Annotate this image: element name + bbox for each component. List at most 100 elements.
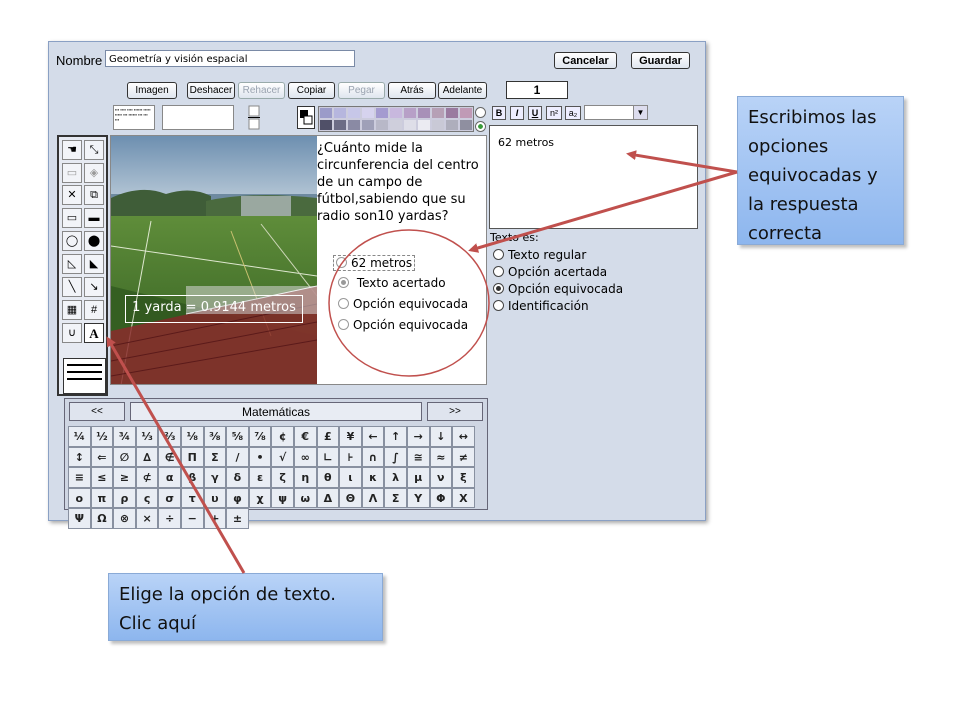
text-editor[interactable]: 62 metros	[489, 125, 698, 229]
symbol-key[interactable]: ∫	[384, 446, 407, 467]
text-tool-icon[interactable]: A	[84, 323, 104, 343]
symbol-key[interactable]: ∩	[361, 446, 385, 467]
symbol-key[interactable]: √	[271, 446, 294, 467]
triangle-icon[interactable]: ◺	[62, 254, 82, 274]
symbol-key[interactable]: λ	[384, 467, 407, 488]
symbol-key[interactable]: ≅	[406, 446, 430, 467]
fill-radio[interactable]	[475, 121, 486, 132]
palette-swatch[interactable]	[445, 107, 459, 119]
symbol-key[interactable]: ⊗	[113, 508, 136, 529]
palette-swatch[interactable]	[319, 119, 333, 131]
symbol-key[interactable]: Σ	[203, 446, 227, 467]
symbol-key[interactable]: ≠	[452, 446, 475, 467]
palette-swatch[interactable]	[403, 119, 417, 131]
name-input[interactable]: Geometría y visión espacial	[105, 50, 355, 67]
symbol-key[interactable]: Χ	[452, 487, 475, 508]
type-regular[interactable]: Texto regular	[493, 248, 586, 262]
hand-icon[interactable]: ☚	[62, 140, 82, 160]
symbol-key[interactable]: ⇐	[90, 446, 114, 467]
answer-option-3[interactable]: Opción equivocada	[338, 297, 468, 311]
palette-swatch[interactable]	[333, 119, 347, 131]
symbol-key[interactable]: ⅝	[226, 426, 249, 447]
symbol-key[interactable]: ×	[135, 508, 159, 529]
symbol-key[interactable]: κ	[361, 467, 385, 488]
symbol-key[interactable]: τ	[180, 487, 204, 508]
symbol-key[interactable]: α	[158, 467, 181, 488]
palette-swatch[interactable]	[445, 119, 459, 131]
symbol-key[interactable]: ζ	[271, 467, 294, 488]
answer-option-1[interactable]: 62 metros	[333, 255, 416, 271]
symbol-key[interactable]: ς	[135, 487, 159, 508]
symbol-key[interactable]: ↑	[384, 426, 407, 447]
fill-bucket-icon[interactable]: ◈	[84, 163, 104, 183]
line-style-selector[interactable]	[63, 358, 106, 394]
symbol-key[interactable]: Ψ	[68, 508, 91, 529]
symbols-prev-button[interactable]: <<	[69, 402, 125, 421]
symbol-key[interactable]: ⅜	[203, 426, 227, 447]
palette-swatch[interactable]	[431, 119, 445, 131]
symbol-key[interactable]: γ	[203, 467, 227, 488]
underline-button[interactable]: U	[528, 106, 542, 120]
answer-option-4[interactable]: Opción equivocada	[338, 318, 468, 332]
filled-ellipse-icon[interactable]: ⬤	[84, 231, 104, 251]
symbol-key[interactable]: ⊦	[339, 446, 362, 467]
palette-swatch[interactable]	[375, 107, 389, 119]
palette-swatch[interactable]	[403, 107, 417, 119]
symbol-key[interactable]: σ	[158, 487, 181, 508]
delete-icon[interactable]: ✕	[62, 185, 82, 205]
grid-icon[interactable]: #	[84, 300, 104, 320]
symbol-key[interactable]: ο	[68, 487, 91, 508]
rectangle-icon[interactable]: ▭	[62, 208, 82, 228]
subscript-button[interactable]: a₂	[565, 106, 581, 120]
symbol-key[interactable]: θ	[316, 467, 340, 488]
symbol-key[interactable]: ¢	[271, 426, 294, 447]
symbol-key[interactable]: ε	[248, 467, 272, 488]
symbol-key[interactable]: Υ	[406, 487, 430, 508]
symbol-key[interactable]: ±	[226, 508, 249, 529]
palette-swatch[interactable]	[347, 107, 361, 119]
symbol-key[interactable]: Λ	[361, 487, 385, 508]
ellipse-icon[interactable]: ◯	[62, 231, 82, 251]
symbol-key[interactable]: ⅞	[248, 426, 272, 447]
type-identification[interactable]: Identificación	[493, 299, 589, 313]
back-button[interactable]: Atrás	[388, 82, 436, 99]
symbol-key[interactable]: δ	[226, 467, 249, 488]
symbol-key[interactable]: ⅛	[180, 426, 204, 447]
symbol-key[interactable]: +	[203, 508, 227, 529]
symbol-key[interactable]: Ω	[90, 508, 114, 529]
symbol-key[interactable]: ⊄	[135, 467, 159, 488]
symbol-key[interactable]: ν	[429, 467, 453, 488]
symbol-key[interactable]: •	[248, 446, 272, 467]
table-icon[interactable]: ▦	[62, 300, 82, 320]
palette-swatch[interactable]	[417, 107, 431, 119]
color-preview[interactable]	[297, 106, 315, 129]
symbol-key[interactable]: ψ	[271, 487, 294, 508]
image-button[interactable]: Imagen	[127, 82, 177, 99]
symbol-key[interactable]: Φ	[429, 487, 453, 508]
line-width-spinner[interactable]	[248, 105, 260, 130]
symbol-key[interactable]: Θ	[339, 487, 362, 508]
palette-swatch[interactable]	[417, 119, 431, 131]
symbol-key[interactable]: ≈	[429, 446, 453, 467]
symbol-key[interactable]: ←	[361, 426, 385, 447]
cancel-button[interactable]: Cancelar	[554, 52, 617, 69]
symbol-key[interactable]: φ	[226, 487, 249, 508]
symbol-key[interactable]: ∉	[158, 446, 181, 467]
symbols-next-button[interactable]: >>	[427, 402, 483, 421]
italic-button[interactable]: I	[510, 106, 524, 120]
palette-swatch[interactable]	[431, 107, 445, 119]
symbol-key[interactable]: ½	[90, 426, 114, 447]
symbol-key[interactable]: ∆	[135, 446, 159, 467]
symbol-key[interactable]: β	[180, 467, 204, 488]
palette-swatch[interactable]	[361, 107, 375, 119]
palette-swatch[interactable]	[347, 119, 361, 131]
symbol-key[interactable]: ↕	[68, 446, 91, 467]
symbol-key[interactable]: ≡	[68, 467, 91, 488]
symbol-key[interactable]: ι	[339, 467, 362, 488]
symbol-key[interactable]: €	[293, 426, 317, 447]
symbol-key[interactable]: π	[90, 487, 114, 508]
palette-swatch[interactable]	[319, 107, 333, 119]
symbol-key[interactable]: →	[406, 426, 430, 447]
redo-button[interactable]: Rehacer	[238, 82, 285, 99]
palette-swatch[interactable]	[459, 107, 473, 119]
